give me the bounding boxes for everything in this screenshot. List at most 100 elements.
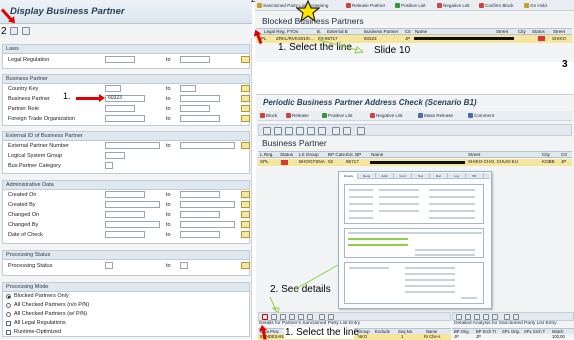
created-by-from[interactable]: [105, 201, 160, 208]
checkbox-runtime-optimized[interactable]: [6, 330, 11, 335]
multiple-selection-icon[interactable]: [241, 105, 250, 112]
tab-bp[interactable]: BP: [466, 173, 484, 179]
tab-cont[interactable]: Cont: [394, 173, 412, 179]
column-header[interactable]: Street: [468, 152, 480, 158]
mass-release-button[interactable]: Mass Release: [418, 112, 453, 119]
tab-reqs[interactable]: Reqs: [358, 173, 376, 179]
radio-all-checked-no-pn[interactable]: [6, 303, 11, 308]
changed-by-from[interactable]: [105, 221, 160, 228]
logical-system-group[interactable]: [105, 152, 125, 159]
table-row[interactable]: JP JP 100,00: [452, 334, 574, 340]
changed-on-to[interactable]: [180, 211, 220, 218]
export-icon[interactable]: [328, 314, 334, 320]
external-partner-number-to[interactable]: [180, 142, 235, 149]
created-on-to[interactable]: [180, 191, 220, 198]
sum-icon[interactable]: [307, 314, 313, 320]
sort-desc-icon[interactable]: [296, 127, 304, 135]
column-header[interactable]: Status: [280, 152, 293, 158]
multiple-selection-icon[interactable]: [241, 191, 250, 198]
column-header[interactable]: L.Reg.: [260, 152, 274, 158]
execute-icon[interactable]: [10, 27, 18, 35]
business-partner-to[interactable]: [180, 95, 220, 102]
radio-all-checked-with-pn[interactable]: [6, 312, 11, 317]
country-key-to[interactable]: [180, 85, 196, 92]
changed-on-from[interactable]: [105, 211, 145, 218]
business-partner-from[interactable]: 60323: [105, 95, 145, 102]
details-icon[interactable]: [456, 314, 462, 320]
created-by-to[interactable]: [180, 201, 235, 208]
multiple-selection-icon[interactable]: [241, 115, 250, 122]
details-icon[interactable]: [263, 127, 271, 135]
multiple-selection-icon[interactable]: [241, 262, 250, 269]
column-header[interactable]: Ctr: [561, 152, 567, 158]
find-icon[interactable]: [465, 314, 471, 320]
confirm-block-button[interactable]: Confirm Block: [479, 2, 514, 9]
on-hold-button[interactable]: On Hold: [524, 2, 547, 9]
find-icon[interactable]: [271, 314, 277, 320]
date-of-check-from[interactable]: [105, 231, 145, 238]
processing-status-from[interactable]: [105, 262, 113, 269]
checkbox-all-legal-regulations[interactable]: [6, 321, 11, 326]
multiple-selection-icon[interactable]: [241, 221, 250, 228]
sort-asc-icon[interactable]: [474, 314, 480, 320]
filter-icon[interactable]: [492, 314, 498, 320]
column-header[interactable]: Ext. BP: [346, 152, 361, 158]
partner-role-from[interactable]: [105, 105, 135, 112]
tab-text[interactable]: Text: [412, 173, 430, 179]
tab-log[interactable]: Log: [448, 173, 466, 179]
multiple-selection-icon[interactable]: [241, 95, 250, 102]
sort-asc-icon[interactable]: [280, 314, 286, 320]
multiple-selection-icon[interactable]: [241, 231, 250, 238]
positive-list-button[interactable]: Positive List: [322, 112, 353, 119]
multiple-selection-icon[interactable]: [241, 211, 250, 218]
column-header[interactable]: Name: [371, 152, 383, 158]
release-button[interactable]: Release: [286, 112, 309, 119]
comment-button[interactable]: Comment: [468, 112, 494, 119]
positive-list-button[interactable]: Positive List: [395, 2, 426, 9]
layout-icon[interactable]: [357, 127, 365, 135]
changed-by-to[interactable]: [180, 221, 235, 228]
filter-icon[interactable]: [307, 127, 315, 135]
tab-addr[interactable]: Addr: [376, 173, 394, 179]
sort-desc-icon[interactable]: [483, 314, 489, 320]
multiple-selection-icon[interactable]: [241, 201, 250, 208]
print-icon[interactable]: [319, 314, 325, 320]
sum-icon[interactable]: [318, 127, 326, 135]
partner-role-to[interactable]: [180, 105, 210, 112]
radio-blocked-only[interactable]: [6, 294, 11, 299]
column-header[interactable]: BP Cate.: [328, 152, 346, 158]
column-header[interactable]: LS Group: [299, 152, 319, 158]
variant-icon[interactable]: [22, 27, 30, 35]
multiple-selection-icon[interactable]: [241, 85, 250, 92]
sort-desc-icon[interactable]: [289, 314, 295, 320]
foreign-trade-org-to[interactable]: [180, 115, 220, 122]
sort-asc-icon[interactable]: [285, 127, 293, 135]
multiple-selection-icon[interactable]: [241, 56, 250, 63]
legal-regulation-to[interactable]: [180, 56, 210, 63]
bus-partner-category[interactable]: [105, 162, 113, 169]
created-on-from[interactable]: [105, 191, 145, 198]
export-icon[interactable]: [343, 127, 351, 135]
foreign-trade-org-from[interactable]: [105, 115, 145, 122]
block-button[interactable]: Block: [260, 112, 277, 119]
table-row[interactable]: SPL BHOGTSNA 02 85717 SHIKO-CHO, CHUO-KU…: [258, 159, 572, 166]
legal-regulation-from[interactable]: [105, 56, 135, 63]
details-icon[interactable]: [262, 314, 268, 320]
multiple-selection-icon[interactable]: [241, 142, 250, 149]
button-label: Negative List: [376, 113, 403, 118]
negative-list-button[interactable]: Negative List: [370, 112, 403, 119]
negative-list-button[interactable]: Negative List: [437, 2, 470, 9]
date-of-check-to[interactable]: [180, 231, 220, 238]
column-header[interactable]: City: [542, 152, 550, 158]
export-icon[interactable]: [513, 314, 519, 320]
print-icon[interactable]: [504, 314, 510, 320]
external-partner-number-from[interactable]: [105, 142, 160, 149]
tab-doc[interactable]: Doc: [430, 173, 448, 179]
tab-details[interactable]: Details: [340, 173, 358, 179]
processing-status-to[interactable]: [180, 262, 188, 269]
country-key-from[interactable]: [105, 85, 121, 92]
print-icon[interactable]: [332, 127, 340, 135]
find-icon[interactable]: [274, 127, 282, 135]
release-partner-button[interactable]: Release Partner: [346, 2, 385, 9]
filter-icon[interactable]: [298, 314, 304, 320]
